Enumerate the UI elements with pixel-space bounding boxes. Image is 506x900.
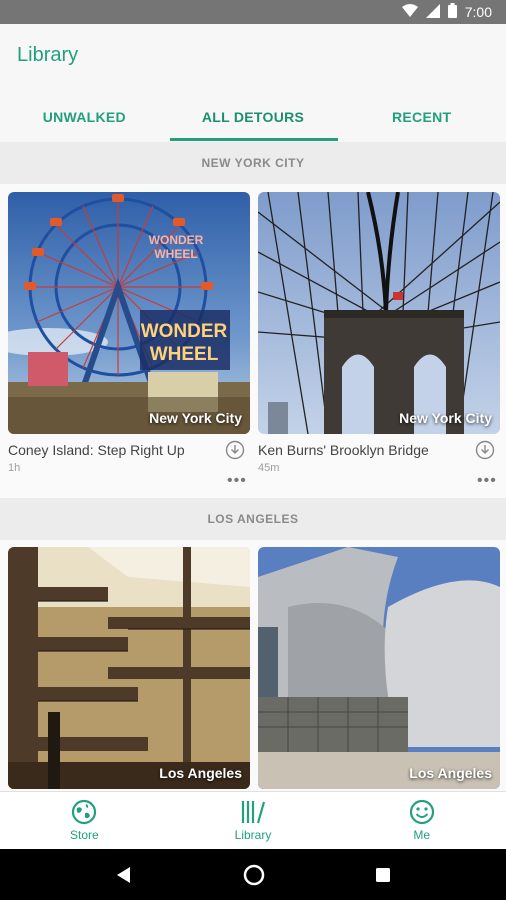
section-header-los-angeles: LOS ANGELES [0,498,506,540]
more-options-icon[interactable]: ••• [227,473,247,489]
tab-all-detours[interactable]: ALL DETOURS [169,92,338,142]
recents-icon[interactable] [375,867,391,883]
nav-me[interactable]: Me [337,792,506,849]
card-city-label: Los Angeles [159,765,242,781]
card-city-label: New York City [149,410,242,426]
download-icon[interactable] [475,440,495,460]
tab-unwalked[interactable]: UNWALKED [0,92,169,142]
card-city-label: New York City [399,410,492,426]
nav-store-label: Store [69,828,99,842]
card-row-new-york: WONDER WHEEL WONDER WHEEL New York City … [0,184,506,498]
svg-text:WHEEL: WHEEL [150,344,219,365]
tab-bar: UNWALKED ALL DETOURS RECENT [0,92,506,142]
card-image-bradbury-building[interactable]: Los Angeles [8,547,250,789]
nav-me-label: Me [413,828,431,842]
page-title: Library [17,44,79,66]
nav-library-label: Library [234,828,272,842]
card-duration: 1h [8,462,21,474]
card-image-coney-island[interactable]: WONDER WHEEL WONDER WHEEL New York City [8,192,250,434]
section-header-new-york-city: NEW YORK CITY [0,142,506,184]
bottom-navigation: Store Library Me [0,791,506,849]
home-icon[interactable] [243,864,265,886]
card-image-brooklyn-bridge[interactable]: New York City [258,192,500,434]
card-title-brooklyn-bridge[interactable]: Ken Burns' Brooklyn Bridge [258,442,429,458]
card-title-coney-island[interactable]: Coney Island: Step Right Up [8,442,185,458]
card-duration: 45m [258,462,280,474]
library-icon [241,801,266,824]
more-options-icon[interactable]: ••• [477,473,497,489]
battery-icon [447,3,457,21]
tab-recent[interactable]: RECENT [337,92,506,142]
wifi-icon [401,3,418,21]
cell-signal-icon [425,3,440,21]
download-icon[interactable] [225,440,245,460]
nav-store[interactable]: Store [0,792,169,849]
back-icon[interactable] [115,866,133,884]
status-bar: 7:00 [0,0,506,24]
status-time: 7:00 [464,4,492,20]
card-city-label: Los Angeles [409,765,492,781]
smiley-icon [409,799,434,825]
card-row-los-angeles: Los Angeles Los Angeles [0,540,506,792]
system-navigation-bar [0,849,506,900]
card-image-disney-concert-hall[interactable]: Los Angeles [258,547,500,789]
nav-library[interactable]: Library [169,792,338,849]
app-bar: Library UNWALKED ALL DETOURS RECENT [0,24,506,142]
svg-text:WHEEL: WHEEL [154,247,197,261]
svg-text:WONDER: WONDER [141,321,228,342]
globe-icon [72,799,97,825]
active-tab-indicator [170,138,338,141]
svg-text:WONDER: WONDER [149,233,204,247]
